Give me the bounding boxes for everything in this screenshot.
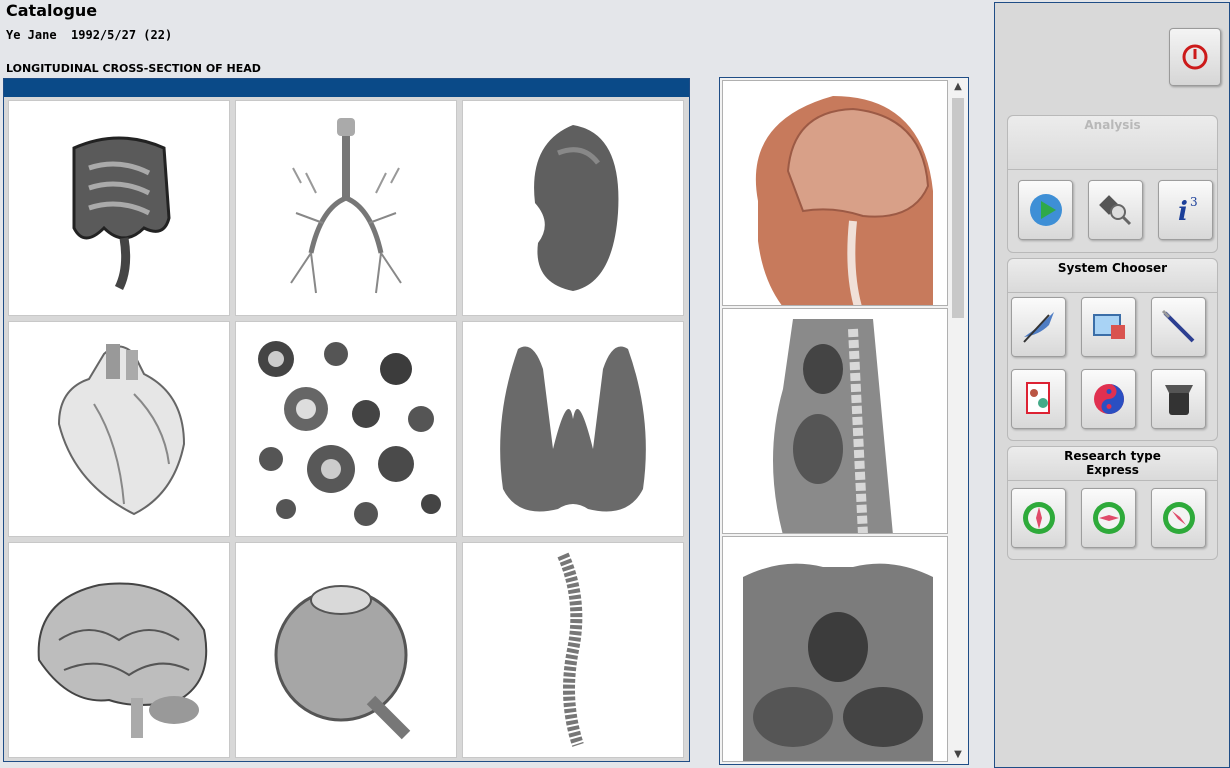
torso-sagittal-image [773,319,893,533]
organ-tile-heart[interactable] [8,321,230,537]
analysis-label: Analysis [1008,116,1217,170]
kidney-image [534,125,619,291]
head-cross-section-image [755,96,933,305]
organ-catalogue-panel [3,78,690,762]
power-button[interactable] [1169,28,1221,86]
section-strip-panel: ▲ ▼ [719,77,969,765]
intestines-image [72,136,171,291]
organ-tile-blood-cells[interactable] [235,321,457,537]
monitor-icon [1092,314,1125,339]
analysis-group: Analysis i 3 [1007,115,1218,253]
organ-tile-spine[interactable] [462,542,684,758]
scroll-down-arrow-icon[interactable]: ▼ [950,748,966,762]
compass-icon [1092,502,1125,534]
research-type-header: Research type Express [1008,447,1217,481]
organ-report-button[interactable] [1011,369,1066,429]
compass-icon [1162,502,1195,534]
section-strip [722,80,950,764]
research-mode-button-3[interactable] [1151,488,1206,548]
patient-info: Ye Jane 1992/5/27 (22) [6,28,173,42]
organ-grid [8,100,684,758]
magnifier-icon [1098,195,1131,226]
scroll-thumb[interactable] [952,98,964,318]
yin-yang-button[interactable] [1081,369,1136,429]
heart-image [57,344,186,516]
scroll-up-arrow-icon[interactable]: ▲ [950,80,966,94]
organ-tile-eye[interactable] [235,542,457,758]
organ-tile-intestines[interactable] [8,100,230,316]
info-button[interactable]: i 3 [1158,180,1213,240]
section-title: LONGITUDINAL CROSS-SECTION OF HEAD [6,62,261,75]
research-mode-button-2[interactable] [1081,488,1136,548]
svg-text:i: i [1178,197,1188,227]
document-organs-icon [1025,382,1050,414]
feather-pen-icon [1022,312,1054,343]
container-button[interactable] [1151,369,1206,429]
thyroid-image [500,346,646,512]
yin-yang-icon [1093,384,1124,414]
bronchi-image [290,118,402,294]
organ-tile-kidney[interactable] [462,100,684,316]
scalpel-icon [1161,309,1194,343]
organ-tile-brain[interactable] [8,542,230,758]
scalpel-button[interactable] [1151,297,1206,357]
torso-coronal-image [743,563,933,761]
info-icon: i 3 [1178,195,1198,227]
system-chooser-label: System Chooser [1008,259,1217,293]
eye-image [274,585,411,740]
research-type-label: Research type [1064,449,1161,463]
organ-tile-lungs[interactable] [235,100,457,316]
strip-item-torso-sagittal[interactable] [722,308,948,534]
research-type-value: Express [1086,463,1139,477]
brain-image [37,582,208,738]
play-button[interactable] [1018,180,1073,240]
blood-cells-image [258,341,441,526]
system-chooser-group: System Chooser [1007,258,1218,441]
play-icon [1029,194,1062,226]
organ-tile-thyroid[interactable] [462,321,684,537]
page-title: Catalogue [6,1,98,20]
research-mode-button-1[interactable] [1011,488,1066,548]
research-type-group: Research type Express [1007,446,1218,560]
monitor-button[interactable] [1081,297,1136,357]
magnify-button[interactable] [1088,180,1143,240]
writing-tool-button[interactable] [1011,297,1066,357]
strip-item-head[interactable] [722,80,948,306]
canister-icon [1164,385,1193,415]
compass-icon [1022,502,1055,534]
spine-image [557,552,584,747]
control-panel: Analysis i 3 System Chooser Research typ… [994,2,1230,768]
strip-scrollbar[interactable]: ▲ ▼ [950,80,966,762]
strip-item-torso-coronal[interactable] [722,536,948,762]
svg-text:3: 3 [1190,195,1198,209]
power-icon [1182,44,1208,70]
panel-header-bar [4,79,689,97]
